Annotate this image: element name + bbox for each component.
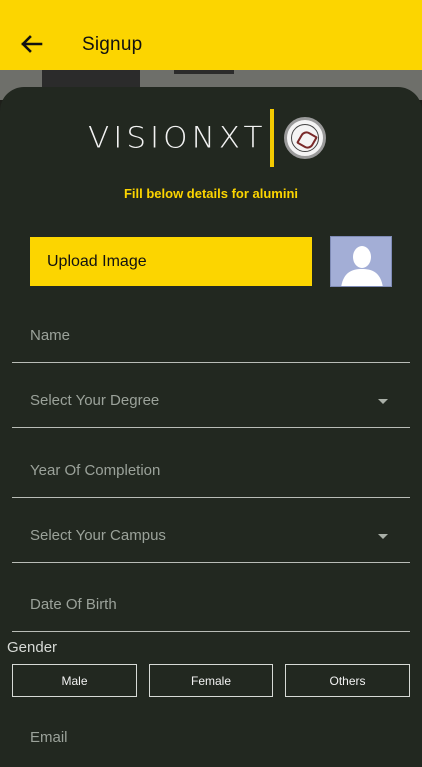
gender-option-label: Female [190,673,231,688]
degree-select[interactable]: Select Your Degree [12,376,410,428]
form-subtitle: Fill below details for alumini [123,186,299,201]
campus-placeholder: Select Your Campus [30,527,166,544]
brand-logo: VISIONXT [88,108,338,168]
app-bar: Signup [0,0,422,70]
email-field[interactable]: Email [30,729,68,746]
arrow-left-icon [21,35,43,53]
logo-wordmark: VISIONXT [88,120,267,156]
default-profile-icon [331,237,391,286]
back-button[interactable] [18,30,46,58]
upload-image-button[interactable]: Upload Image [30,237,312,286]
chevron-down-icon [378,399,388,404]
avatar[interactable] [330,236,392,287]
university-seal-icon [284,117,327,159]
gender-option-label: Male [61,673,88,688]
page-title: Signup [82,34,143,55]
chevron-down-icon [378,534,388,539]
gender-others-button[interactable]: Others [285,664,410,697]
degree-placeholder: Select Your Degree [30,392,160,409]
logo-divider [270,109,275,167]
campus-select[interactable]: Select Your Campus [12,511,410,563]
name-field[interactable]: Name [12,311,410,363]
year-placeholder: Year Of Completion [30,462,161,479]
gender-female-button[interactable]: Female [149,664,273,697]
gender-label: Gender [7,639,58,656]
name-placeholder: Name [30,327,71,344]
year-of-completion-field[interactable]: Year Of Completion [12,446,410,498]
upload-image-label: Upload Image [47,252,147,270]
date-of-birth-field[interactable]: Date Of Birth [12,580,410,632]
dob-placeholder: Date Of Birth [30,596,117,613]
gender-male-button[interactable]: Male [12,664,137,697]
gender-option-label: Others [329,673,366,688]
